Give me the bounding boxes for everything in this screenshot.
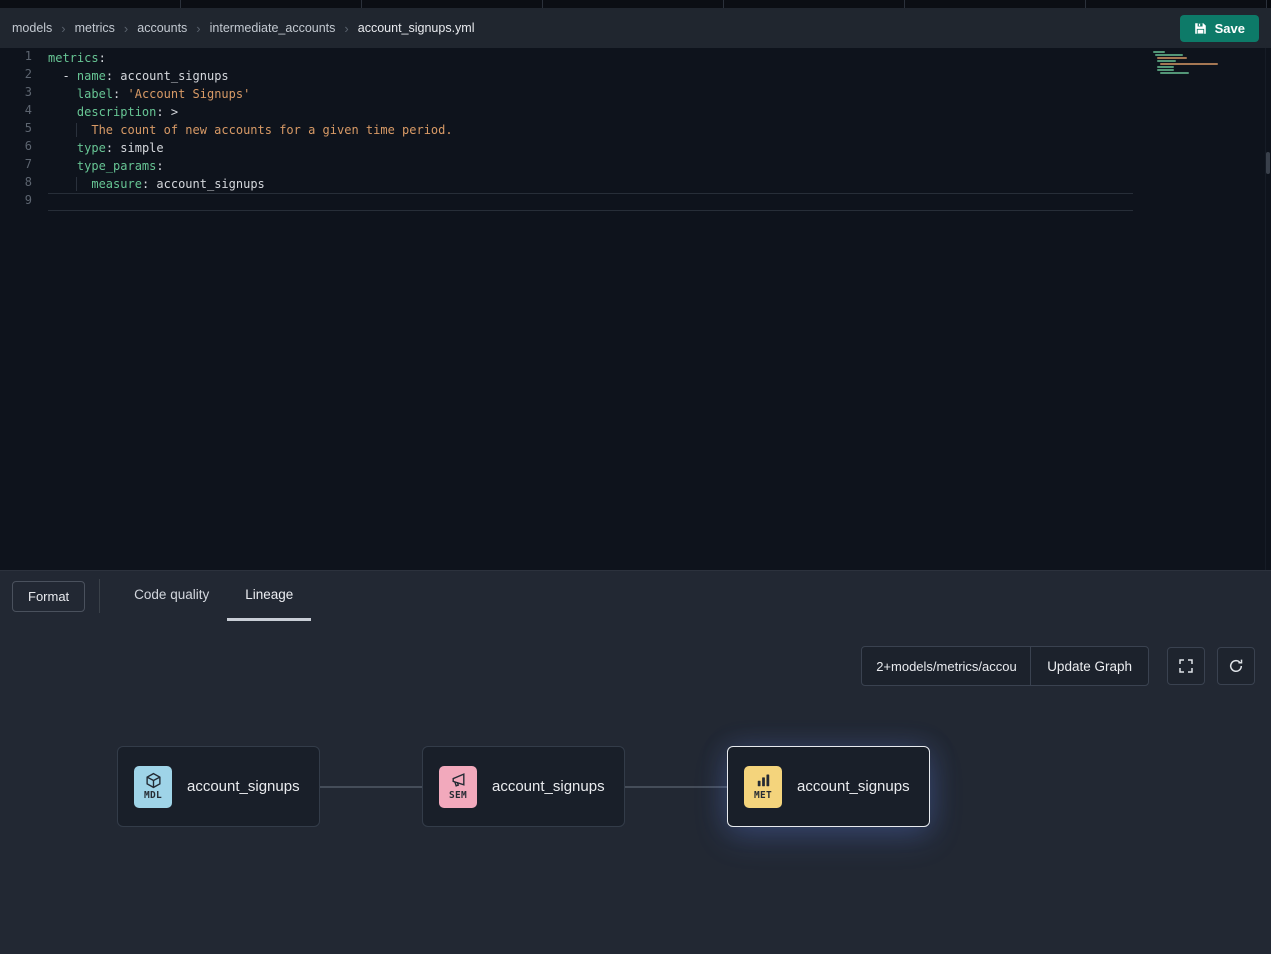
line-number: 1 (0, 49, 48, 67)
node-label: account_signups (492, 778, 605, 795)
minimap-line (1155, 54, 1183, 56)
vertical-scrollbar[interactable] (1265, 48, 1271, 570)
minimap-line (1157, 66, 1173, 68)
bottom-panel: Format Code qualityLineage Update Graph (0, 570, 1271, 954)
lineage-graph[interactable]: MDL account_signups SEM account_signups MET a… (0, 571, 1271, 954)
minimap-line (1160, 72, 1189, 74)
code-content[interactable]: metrics: - name: account_signups label: … (48, 48, 1133, 570)
code-line[interactable]: description: > (48, 103, 1133, 121)
minimap[interactable] (1153, 51, 1215, 75)
code-line[interactable]: The count of new accounts for a given ti… (48, 121, 1133, 139)
minimap-line (1157, 60, 1175, 62)
code-line[interactable]: - name: account_signups (48, 67, 1133, 85)
chevron-separator-icon: › (61, 21, 65, 36)
line-number: 7 (0, 157, 48, 175)
lineage-edge (320, 786, 422, 788)
node-type-badge: MET (754, 790, 772, 801)
code-line[interactable]: measure: account_signups (48, 175, 1133, 193)
code-line[interactable]: type: simple (48, 139, 1133, 157)
save-button-label: Save (1215, 21, 1245, 36)
line-number: 6 (0, 139, 48, 157)
node-type-badge: MDL (144, 790, 162, 801)
lineage-node-sem[interactable]: SEM account_signups (422, 746, 625, 827)
save-icon (1194, 22, 1207, 35)
cube-icon: MDL (134, 766, 172, 808)
minimap-line (1160, 63, 1218, 65)
editor-tab-4[interactable] (543, 0, 724, 8)
breadcrumb-bar: models › metrics › accounts › intermediate_acc… (0, 8, 1271, 48)
lineage-node-met[interactable]: MET account_signups (727, 746, 930, 827)
minimap-line (1157, 69, 1173, 71)
breadcrumb: models › metrics › accounts › intermediate_acc… (12, 21, 475, 36)
breadcrumb-item[interactable]: account_signups.yml (358, 21, 475, 35)
editor-tab-5[interactable] (724, 0, 905, 8)
minimap-line (1157, 57, 1186, 59)
bar-chart-icon: MET (744, 766, 782, 808)
breadcrumb-item[interactable]: metrics (75, 21, 115, 35)
scrollbar-handle[interactable] (1266, 152, 1270, 174)
editor-tab-1[interactable] (0, 0, 181, 8)
editor-tab-2[interactable] (181, 0, 362, 8)
editor-tab-7[interactable] (1086, 0, 1267, 8)
node-type-badge: SEM (449, 790, 467, 801)
breadcrumb-item[interactable]: models (12, 21, 52, 35)
editor-tab-6[interactable] (905, 0, 1086, 8)
line-number: 3 (0, 85, 48, 103)
line-number: 2 (0, 67, 48, 85)
lineage-node-mdl[interactable]: MDL account_signups (117, 746, 320, 827)
breadcrumb-item[interactable]: intermediate_accounts (210, 21, 336, 35)
lineage-edge (625, 786, 727, 788)
code-line-active[interactable] (48, 193, 1133, 211)
chevron-separator-icon: › (344, 21, 348, 36)
chevron-separator-icon: › (124, 21, 128, 36)
code-line[interactable]: type_params: (48, 157, 1133, 175)
code-line[interactable]: label: 'Account Signups' (48, 85, 1133, 103)
code-editor[interactable]: 123456789 metrics: - name: account_signu… (0, 48, 1271, 570)
line-number: 9 (0, 193, 48, 211)
code-line[interactable]: metrics: (48, 49, 1133, 67)
editor-tab-3[interactable] (362, 0, 543, 8)
minimap-line (1153, 51, 1165, 53)
node-label: account_signups (187, 778, 300, 795)
line-number: 5 (0, 121, 48, 139)
megaphone-icon: SEM (439, 766, 477, 808)
breadcrumb-item[interactable]: accounts (137, 21, 187, 35)
chevron-separator-icon: › (196, 21, 200, 36)
line-number-gutter: 123456789 (0, 48, 48, 570)
line-number: 8 (0, 175, 48, 193)
save-button[interactable]: Save (1180, 15, 1259, 42)
node-label: account_signups (797, 778, 910, 795)
line-number: 4 (0, 103, 48, 121)
top-tab-strip (0, 0, 1271, 8)
